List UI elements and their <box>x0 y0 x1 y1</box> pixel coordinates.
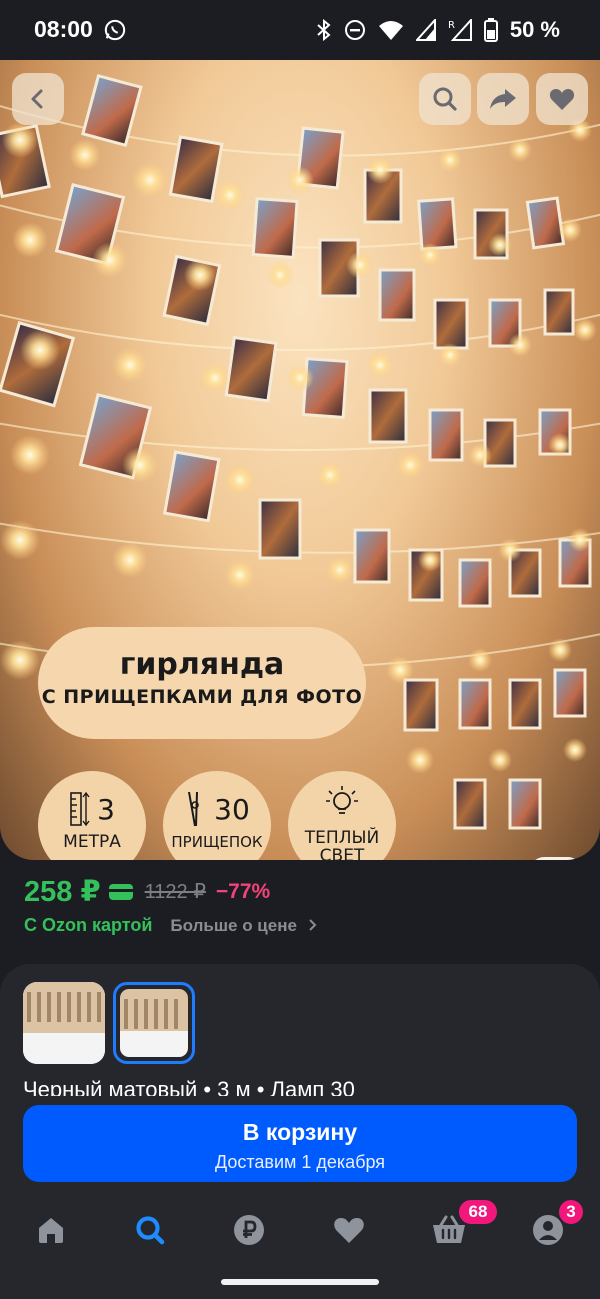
status-bar: 08:00 R 50 % <box>0 0 600 60</box>
profile-icon <box>533 1215 563 1245</box>
nav-search[interactable] <box>130 1210 170 1250</box>
feature-clothespins-value: 30 <box>214 792 250 826</box>
more-price-link[interactable]: Больше о цене <box>170 916 317 936</box>
price-current: 258 ₽ <box>24 876 101 908</box>
add-to-cart-button[interactable]: В корзину Доставим 1 декабря <box>23 1105 577 1182</box>
profile-badge: 3 <box>559 1200 583 1224</box>
delivery-date: Доставим 1 декабря <box>214 1152 386 1172</box>
favorite-button[interactable] <box>536 73 588 125</box>
ruble-icon <box>234 1215 264 1245</box>
chevron-right-icon <box>308 918 317 931</box>
variant-thumb-image <box>120 989 188 1057</box>
share-icon <box>490 89 516 109</box>
price-section: 258 ₽ 1122 ₽ −77% С Ozon картой Больше о… <box>0 860 600 952</box>
feature-light-label: ТЕПЛЫЙ СВЕТ <box>304 828 380 860</box>
nav-finance[interactable] <box>229 1210 269 1250</box>
feature-length-value: 3 <box>97 792 115 826</box>
variant-description: Черный матовый • 3 м • Ламп 30 <box>23 1077 355 1096</box>
banner-subtitle: С ПРИЩЕПКАМИ ДЛЯ ФОТО <box>41 686 363 708</box>
nav-home[interactable] <box>31 1210 71 1250</box>
product-image[interactable]: гирлянда С ПРИЩЕПКАМИ ДЛЯ ФОТО 3 МЕТРА 3… <box>0 60 600 860</box>
heart-icon <box>334 1218 364 1243</box>
search-icon <box>433 87 457 111</box>
ozon-card-label: С Ozon картой <box>24 915 153 935</box>
banner-title: гирлянда <box>119 647 285 682</box>
product-banner: гирлянда С ПРИЩЕПКАМИ ДЛЯ ФОТО <box>38 627 366 739</box>
nav-favorites[interactable] <box>329 1210 369 1250</box>
battery-icon <box>483 18 498 42</box>
svg-text:R: R <box>448 20 455 31</box>
bluetooth-icon <box>317 19 331 41</box>
wifi-icon <box>378 21 403 40</box>
search-button[interactable] <box>419 73 471 125</box>
back-button[interactable] <box>12 73 64 125</box>
status-time: 08:00 <box>34 16 93 42</box>
variant-thumb-1[interactable] <box>23 982 105 1064</box>
signal-icon <box>415 19 436 41</box>
whatsapp-icon <box>104 19 126 41</box>
photo-garland-illustration <box>0 74 600 830</box>
feature-clothespins-label: ПРИЩЕПОК <box>171 833 263 851</box>
home-icon <box>39 1218 63 1243</box>
price-discount: −77% <box>215 879 271 903</box>
feature-length-label: МЕТРА <box>63 832 121 852</box>
variant-thumb-2-selected[interactable] <box>113 982 195 1064</box>
search-icon <box>136 1216 165 1245</box>
more-price-label: Больше о цене <box>170 915 297 935</box>
variant-thumb-image <box>23 982 105 1064</box>
feature-light: ТЕПЛЫЙ СВЕТ <box>288 771 396 860</box>
signal-roaming-icon: R <box>448 19 472 41</box>
clothespin-icon <box>188 791 199 827</box>
back-icon <box>31 89 43 109</box>
price-old: 1122 ₽ <box>144 881 206 903</box>
home-indicator[interactable] <box>221 1279 379 1285</box>
ozon-card-icon <box>108 883 133 900</box>
battery-percent: 50 % <box>509 17 560 42</box>
share-button[interactable] <box>477 73 529 125</box>
lightbulb-icon <box>326 786 358 814</box>
cart-badge: 68 <box>459 1200 497 1224</box>
ruler-icon <box>70 791 90 827</box>
heart-icon <box>549 89 575 110</box>
add-to-cart-label: В корзину <box>242 1119 358 1145</box>
status-icons: R 50 % <box>316 16 560 44</box>
dnd-icon <box>344 20 365 40</box>
